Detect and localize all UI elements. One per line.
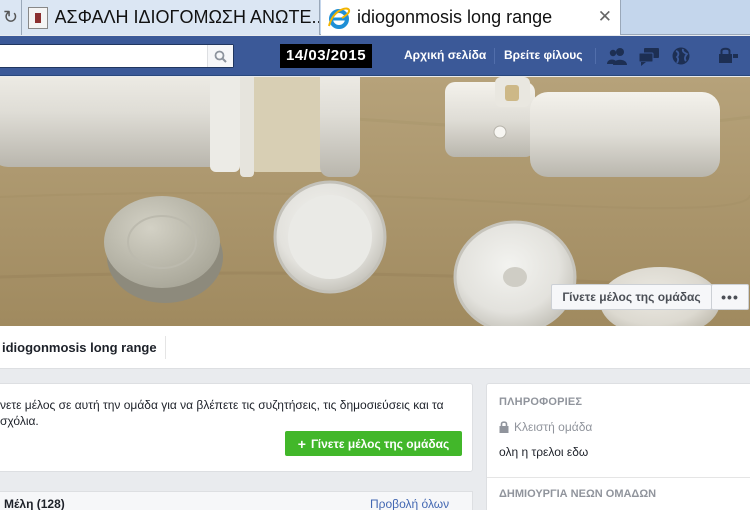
close-tab-icon[interactable]: ✕: [598, 7, 612, 27]
nav-divider: [595, 48, 596, 64]
search-icon: [214, 50, 227, 63]
join-group-button[interactable]: + Γίνετε μέλος της ομάδας: [285, 431, 462, 456]
info-panel: ΠΛΗΡΟΦΟΡΙΕΣ Κλειστή ομάδα ολη η τρελοι ε…: [486, 383, 750, 510]
plus-icon: +: [297, 435, 306, 452]
namebar-divider: [165, 336, 166, 359]
tab-title: idiogonmosis long range: [357, 7, 553, 27]
lock-icon: [499, 421, 509, 433]
group-name-bar: idiogonmosis long range: [0, 326, 750, 369]
ie-icon: [328, 7, 351, 29]
join-group-button-label: Γίνετε μέλος της ομάδας: [310, 436, 450, 451]
search-box: [0, 44, 234, 68]
friend-requests-icon[interactable]: [606, 46, 628, 66]
browser-tab-strip: ↻ ΑΣΦΑΛΗ ΙΔΙΟΓΟΜΩΣΗ ΑΝΩΤΕ... idiogonmosi…: [0, 0, 750, 35]
nav-find-friends-link[interactable]: Βρείτε φίλους: [504, 48, 583, 62]
members-title[interactable]: Μέλη (128): [4, 497, 65, 510]
nav-divider: [494, 48, 495, 64]
group-name[interactable]: idiogonmosis long range: [2, 340, 157, 355]
document-icon: [28, 6, 48, 29]
tab-title: ΑΣΦΑΛΗ ΙΔΙΟΓΟΜΩΣΗ ΑΝΩΤΕ...: [54, 7, 320, 27]
privacy-lock-icon[interactable]: [716, 46, 738, 66]
notifications-globe-icon[interactable]: [670, 46, 692, 66]
join-panel-text: νετε μέλος σε αυτή την ομάδα για να βλέπ…: [0, 398, 444, 428]
create-groups-heading: ΔΗΜΙΟΥΡΓΙΑ ΝΕΩΝ ΟΜΑΔΩΝ: [499, 488, 657, 500]
messages-icon[interactable]: [638, 46, 660, 66]
search-button[interactable]: [207, 45, 233, 67]
search-input[interactable]: [0, 45, 200, 67]
join-panel: νετε μέλος σε αυτή την ομάδα για να βλέπ…: [0, 383, 473, 472]
reload-button[interactable]: ↻: [0, 0, 22, 35]
more-options-button[interactable]: •••: [711, 284, 749, 310]
date-overlay: 14/03/2015: [280, 44, 373, 68]
browser-tab-1[interactable]: ΑΣΦΑΛΗ ΙΔΙΟΓΟΜΩΣΗ ΑΝΩΤΕ...: [22, 0, 320, 35]
reload-icon: ↻: [2, 7, 19, 27]
closed-group-label: Κλειστή ομάδα: [499, 420, 592, 434]
info-heading: ΠΛΗΡΟΦΟΡΙΕΣ: [499, 396, 583, 408]
join-group-button-cover[interactable]: Γίνετε μέλος της ομάδας: [551, 284, 712, 310]
members-panel: Μέλη (128) Προβολή όλων: [0, 491, 473, 510]
browser-tab-2[interactable]: idiogonmosis long range ✕: [321, 0, 621, 35]
facebook-top-bar: 14/03/2015 Αρχική σελίδα Βρείτε φίλους: [0, 36, 750, 76]
view-all-members-link[interactable]: Προβολή όλων: [370, 497, 449, 510]
privacy-text: Κλειστή ομάδα: [514, 420, 593, 434]
group-description: ολη η τρελοι εδω: [499, 445, 589, 459]
nav-home-link[interactable]: Αρχική σελίδα: [404, 48, 486, 62]
info-divider: [487, 477, 750, 478]
